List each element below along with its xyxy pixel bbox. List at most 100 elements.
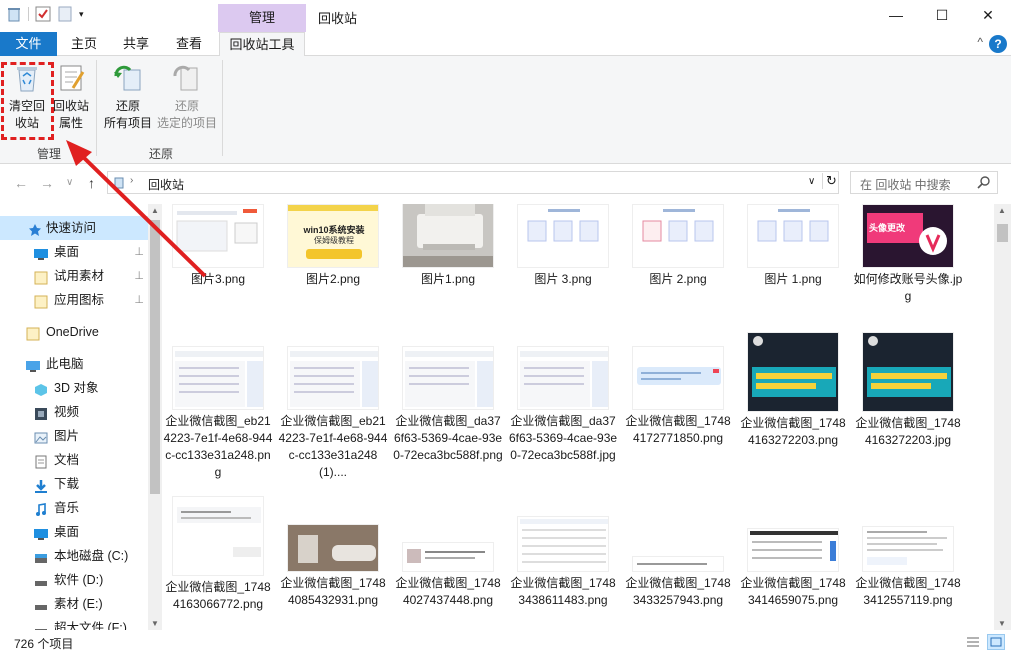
file-item[interactable]: 企业微信截图_17484027437448.png: [392, 542, 504, 609]
back-button[interactable]: ←: [14, 175, 28, 191]
nav-item-pictures[interactable]: 图片: [0, 424, 148, 448]
scroll-down-icon[interactable]: ▼: [151, 619, 159, 628]
file-item[interactable]: 企业微信截图_17484085432931.png: [277, 524, 389, 609]
file-item[interactable]: 头像更改 如何修改账号头像.jpg: [852, 204, 964, 305]
address-bar[interactable]: › 回收站 ∨ ↻: [107, 171, 839, 194]
content-scroll-thumb[interactable]: [997, 224, 1008, 242]
properties-check-icon[interactable]: [35, 6, 51, 22]
content-scrollbar[interactable]: ▲ ▼: [994, 204, 1011, 630]
file-item[interactable]: 企业微信截图_17484163272203.png: [737, 332, 849, 449]
file-item[interactable]: 企业微信截图_eb214223-7e1f-4e68-944c-cc133e31a…: [162, 346, 274, 481]
nav-item-drive-e[interactable]: 素材 (E:): [0, 592, 148, 616]
file-explorer-window: ▾ 管理 回收站 — ☐ ✕ 文件 主页 共享 查看 回收站工具 ^ ? 清空回…: [0, 0, 1011, 655]
file-item[interactable]: 企业微信截图_17484163272203.jpg: [852, 332, 964, 449]
file-item[interactable]: 企业微信截图_17484172771850.png: [622, 346, 734, 447]
minimize-button[interactable]: —: [873, 0, 919, 32]
ribbon-tabs: 文件 主页 共享 查看 回收站工具 ^ ?: [0, 32, 1011, 57]
nav-item-drive-f[interactable]: 超大文件 (F:): [0, 616, 148, 630]
nav-item-trial-material[interactable]: 试用素材 ⊥: [0, 264, 148, 288]
file-thumbnail: [517, 346, 609, 410]
download-icon: [34, 477, 48, 493]
address-dropdown-icon[interactable]: ∨: [808, 176, 815, 187]
file-item[interactable]: 图片 1.png: [737, 204, 849, 288]
tab-file[interactable]: 文件: [0, 32, 57, 56]
empty-bin-highlight-box: [1, 62, 54, 140]
restore-selected-icon: [171, 62, 203, 94]
folder-icon: [26, 325, 40, 341]
nav-item-desktop-pc[interactable]: 桌面: [0, 520, 148, 544]
nav-label: OneDrive: [46, 325, 99, 339]
file-item[interactable]: 企业微信截图_eb214223-7e1f-4e68-944c-cc133e31a…: [277, 346, 389, 481]
nav-label: 桌面: [54, 525, 80, 539]
pin-icon[interactable]: ⊥: [134, 264, 144, 288]
new-folder-icon[interactable]: [57, 6, 73, 22]
up-button[interactable]: ↑: [88, 175, 95, 191]
file-item[interactable]: 企业微信截图_da376f63-5369-4cae-93e0-72eca3bc5…: [392, 346, 504, 464]
tab-view[interactable]: 查看: [165, 32, 213, 56]
file-item[interactable]: 图片1.png: [392, 204, 504, 288]
file-thumbnail: [747, 528, 839, 572]
nav-item-downloads[interactable]: 下载: [0, 472, 148, 496]
recycle-bin-properties-button[interactable]: 回收站 属性: [50, 60, 92, 132]
nav-label: 快速访问: [46, 221, 97, 235]
nav-item-documents[interactable]: 文档: [0, 448, 148, 472]
file-item[interactable]: 企业微信截图_17483433257943.png: [622, 556, 734, 609]
restore-all-button[interactable]: 还原 所有项目: [100, 60, 156, 132]
file-item[interactable]: 企业微信截图_17483438611483.png: [507, 516, 619, 609]
search-box[interactable]: 在 回收站 中搜索: [850, 171, 998, 194]
file-item[interactable]: 图片3.png: [162, 204, 274, 288]
nav-item-app-icons[interactable]: 应用图标 ⊥: [0, 288, 148, 312]
file-item[interactable]: 企业微信截图_17483412557119.png: [852, 526, 964, 609]
breadcrumb-chevron-icon: ›: [130, 175, 134, 186]
recent-locations-button[interactable]: ∨: [66, 177, 73, 188]
collapse-ribbon-icon[interactable]: ^: [977, 35, 983, 49]
title-bar: ▾ 管理 回收站 — ☐ ✕: [0, 0, 1011, 32]
refresh-icon[interactable]: ↻: [822, 173, 837, 189]
tab-recycle-bin-tools[interactable]: 回收站工具: [219, 32, 305, 57]
context-tab-manage: 管理: [218, 4, 306, 32]
nav-item-music[interactable]: 音乐: [0, 496, 148, 520]
file-item[interactable]: 图片 3.png: [507, 204, 619, 288]
file-item[interactable]: win10系统安装 保姆级教程 图片2.png: [277, 204, 389, 288]
restore-selected-button[interactable]: 还原 选定的项目: [156, 60, 218, 132]
recycle-bin-small-icon: [112, 175, 126, 189]
scroll-down-icon[interactable]: ▼: [998, 619, 1006, 628]
file-thumbnail: [517, 516, 609, 572]
nav-item-desktop[interactable]: 桌面 ⊥: [0, 240, 148, 264]
nav-item-quick-access[interactable]: 快速访问: [0, 216, 148, 240]
pin-icon[interactable]: ⊥: [134, 240, 144, 264]
nav-item-onedrive[interactable]: OneDrive: [0, 320, 148, 344]
search-input[interactable]: 在 回收站 中搜索: [860, 176, 951, 193]
nav-scrollbar[interactable]: ▲ ▼: [148, 204, 162, 630]
help-icon[interactable]: ?: [989, 35, 1007, 53]
file-item[interactable]: 企业微信截图_17483414659075.png: [737, 528, 849, 609]
file-thumbnail: [747, 332, 839, 412]
nav-item-drive-c[interactable]: 本地磁盘 (C:): [0, 544, 148, 568]
scroll-up-icon[interactable]: ▲: [151, 206, 159, 215]
file-name: 如何修改账号头像.jpg: [853, 272, 963, 303]
maximize-button[interactable]: ☐: [919, 0, 965, 32]
quick-access-toolbar: ▾: [6, 6, 87, 22]
file-name: 企业微信截图_eb214223-7e1f-4e68-944c-cc133e31a…: [278, 414, 388, 479]
nav-label: 视频: [54, 405, 80, 419]
file-name: 图片1.png: [420, 272, 476, 286]
scroll-up-icon[interactable]: ▲: [998, 206, 1006, 215]
qat-dropdown-icon[interactable]: ▾: [79, 6, 87, 22]
details-view-icon[interactable]: [964, 634, 982, 650]
drive-icon: [34, 597, 48, 611]
large-icons-view-icon[interactable]: [987, 634, 1005, 650]
nav-item-this-pc[interactable]: 此电脑: [0, 352, 148, 376]
file-item[interactable]: 企业微信截图_17484163066772.png: [162, 496, 274, 613]
tab-home[interactable]: 主页: [60, 32, 108, 56]
nav-scroll-thumb[interactable]: [150, 220, 160, 494]
close-button[interactable]: ✕: [965, 0, 1011, 32]
nav-item-videos[interactable]: 视频: [0, 400, 148, 424]
tab-share[interactable]: 共享: [112, 32, 160, 56]
nav-item-3d-objects[interactable]: 3D 对象: [0, 376, 148, 400]
file-item[interactable]: 图片 2.png: [622, 204, 734, 288]
nav-item-drive-d[interactable]: 软件 (D:): [0, 568, 148, 592]
restore-all-label-1: 还原: [115, 99, 140, 113]
file-item[interactable]: 企业微信截图_da376f63-5369-4cae-93e0-72eca3bc5…: [507, 346, 619, 464]
forward-button[interactable]: →: [40, 175, 54, 191]
pin-icon[interactable]: ⊥: [134, 288, 144, 312]
